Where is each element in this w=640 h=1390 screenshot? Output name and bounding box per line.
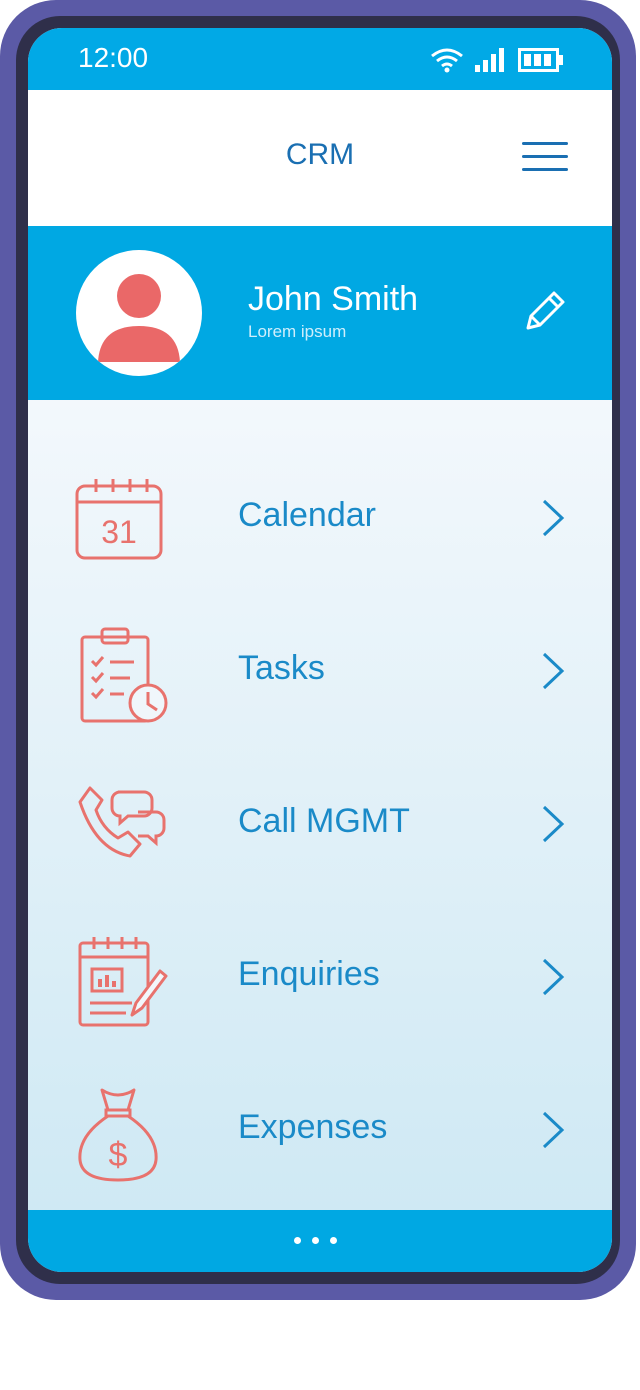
wifi-icon	[431, 48, 463, 73]
chevron-right-icon	[542, 499, 565, 537]
more-dots-icon[interactable]	[294, 1237, 337, 1244]
chevron-right-icon	[542, 958, 565, 996]
phone-chat-icon	[78, 786, 166, 858]
chevron-right-icon	[542, 652, 565, 690]
status-bar: 12:00	[28, 28, 612, 90]
status-icons	[430, 44, 564, 76]
app-header: CRM	[28, 90, 612, 226]
chevron-right-icon	[542, 1111, 565, 1149]
battery-icon	[518, 48, 563, 72]
bottom-bar	[28, 1210, 612, 1272]
edit-profile-button[interactable]	[522, 288, 566, 334]
chevron-right-icon	[542, 805, 565, 843]
menu-item-call-mgmt[interactable]: Call MGMT	[28, 748, 612, 898]
menu-item-tasks[interactable]: Tasks	[28, 595, 612, 745]
menu-item-label: Calendar	[238, 496, 376, 534]
signal-icon	[475, 48, 504, 72]
menu-item-label: Call MGMT	[238, 802, 410, 840]
clipboard-clock-icon	[80, 627, 168, 723]
status-time: 12:00	[78, 42, 149, 73]
pencil-icon	[526, 291, 565, 330]
dollar-sign: $	[109, 1136, 128, 1174]
menu-item-label: Enquiries	[238, 955, 380, 993]
user-icon	[98, 274, 180, 362]
avatar[interactable]	[76, 250, 202, 376]
menu-item-expenses[interactable]: $ Expenses	[28, 1054, 612, 1204]
profile-subtitle: Lorem ipsum	[248, 322, 347, 341]
calendar-date: 31	[101, 514, 137, 550]
profile-name: John Smith	[248, 280, 419, 318]
menu-item-label: Tasks	[238, 649, 325, 687]
hamburger-menu-icon[interactable]	[522, 142, 568, 176]
money-bag-icon: $	[78, 1088, 158, 1182]
menu-item-label: Expenses	[238, 1108, 388, 1146]
calendar-icon: 31	[75, 479, 163, 560]
phone-screen: 12:00 CRM John Smith Lorem ipsum 31 Cale…	[28, 28, 612, 1272]
profile-card: John Smith Lorem ipsum	[28, 226, 612, 400]
menu-item-enquiries[interactable]: Enquiries	[28, 901, 612, 1051]
menu-list: 31 Calendar Tasks Call MGMT Enquiries $ …	[28, 400, 612, 1210]
menu-item-calendar[interactable]: 31 Calendar	[28, 442, 612, 592]
notepad-pencil-icon	[78, 937, 168, 1027]
